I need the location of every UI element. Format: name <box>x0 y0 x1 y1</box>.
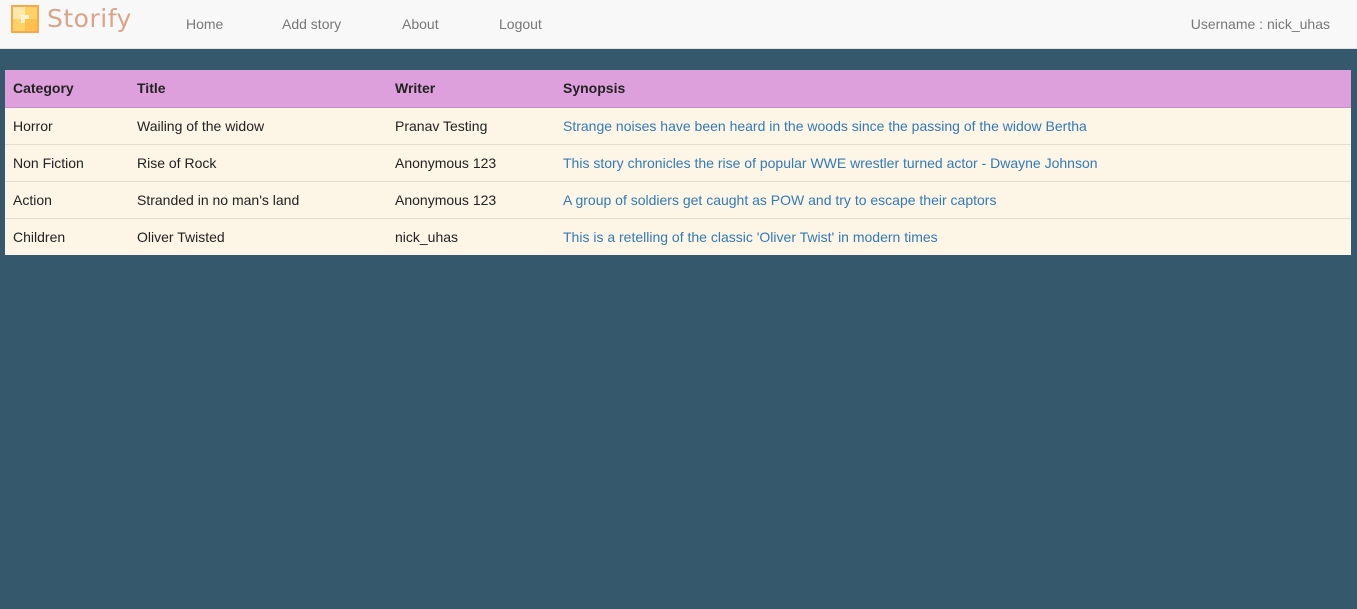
storify-logo-icon <box>11 5 39 33</box>
cell-writer: nick_uhas <box>387 217 555 255</box>
cell-writer: Anonymous 123 <box>387 143 555 181</box>
synopsis-link[interactable]: This story chronicles the rise of popula… <box>563 155 1098 171</box>
cell-writer: Anonymous 123 <box>387 180 555 218</box>
nav-logout-link[interactable]: Logout <box>499 16 542 33</box>
nav-about-link[interactable]: About <box>402 16 439 33</box>
nav-add-story-link[interactable]: Add story <box>282 16 341 33</box>
cell-synopsis: This story chronicles the rise of popula… <box>555 143 1351 181</box>
cell-category: Action <box>5 180 129 218</box>
synopsis-link[interactable]: This is a retelling of the classic 'Oliv… <box>563 229 938 245</box>
column-header-writer: Writer <box>387 70 555 108</box>
cell-synopsis: A group of soldiers get caught as POW an… <box>555 180 1351 218</box>
cell-synopsis: This is a retelling of the classic 'Oliv… <box>555 217 1351 255</box>
cell-category: Horror <box>5 106 129 144</box>
table-header-row: Category Title Writer Synopsis <box>5 70 1351 108</box>
column-header-synopsis: Synopsis <box>555 70 1351 108</box>
brand-name: Storify <box>47 4 132 33</box>
stories-table-container: Category Title Writer Synopsis Horror Wa… <box>5 70 1351 255</box>
table-row: Non Fiction Rise of Rock Anonymous 123 T… <box>5 143 1351 181</box>
cell-title: Rise of Rock <box>129 143 387 181</box>
cell-synopsis: Strange noises have been heard in the wo… <box>555 106 1351 144</box>
nav-home-link[interactable]: Home <box>186 16 223 33</box>
cell-title: Oliver Twisted <box>129 217 387 255</box>
synopsis-link[interactable]: A group of soldiers get caught as POW an… <box>563 192 996 208</box>
cell-category: Non Fiction <box>5 143 129 181</box>
cell-category: Children <box>5 217 129 255</box>
brand-link[interactable]: Storify <box>11 4 132 34</box>
column-header-title: Title <box>129 70 387 108</box>
table-row: Action Stranded in no man's land Anonymo… <box>5 180 1351 218</box>
column-header-category: Category <box>5 70 129 108</box>
table-row: Horror Wailing of the widow Pranav Testi… <box>5 106 1351 144</box>
cell-title: Stranded in no man's land <box>129 180 387 218</box>
cell-title: Wailing of the widow <box>129 106 387 144</box>
table-row: Children Oliver Twisted nick_uhas This i… <box>5 217 1351 255</box>
stories-table: Category Title Writer Synopsis Horror Wa… <box>5 70 1351 255</box>
cell-writer: Pranav Testing <box>387 106 555 144</box>
navbar: Storify Home Add story About Logout User… <box>0 0 1357 49</box>
username-display: Username : nick_uhas <box>1190 16 1330 32</box>
synopsis-link[interactable]: Strange noises have been heard in the wo… <box>563 118 1087 134</box>
